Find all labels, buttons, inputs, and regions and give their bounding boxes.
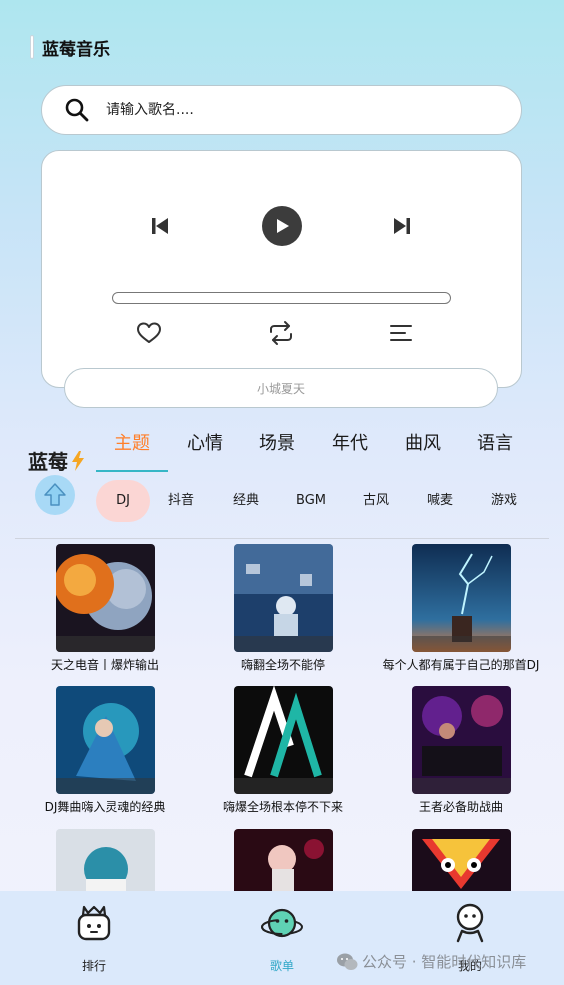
category-tabs: 主题 心情 场景 年代 曲风 语言 xyxy=(96,430,536,472)
search-input[interactable] xyxy=(106,102,486,118)
chip-douyin[interactable]: 抖音 xyxy=(154,480,208,522)
playlist-title: 嗨爆全场根本停不下来 xyxy=(222,800,343,814)
playlist-title: 天之电音丨爆炸输出 xyxy=(50,658,159,672)
nav-label-playlists: 歌单 xyxy=(269,959,294,973)
wechat-icon xyxy=(337,953,358,970)
like-button[interactable] xyxy=(134,319,164,347)
playlist-cover xyxy=(412,829,511,891)
playlist-title: 嗨翻全场不能停 xyxy=(240,658,325,672)
search-bar[interactable] xyxy=(41,85,522,135)
playlist-card[interactable]: 嗨爆全场根本停不下来 xyxy=(193,686,373,826)
chip-game[interactable]: 游戏 xyxy=(477,480,531,522)
subcategory-chips: DJ 抖音 经典 BGM 古风 喊麦 游戏 xyxy=(96,480,556,522)
title-accent-bar xyxy=(30,35,34,59)
active-tab-indicator xyxy=(96,470,168,472)
watermark-text: 公众号 · 智能时代知识库 xyxy=(362,953,527,971)
playlist-cover xyxy=(412,544,511,652)
search-icon[interactable] xyxy=(64,97,90,123)
repeat-icon xyxy=(270,321,292,345)
menu-list-icon xyxy=(390,325,412,341)
chip-dj[interactable]: DJ xyxy=(96,480,150,522)
playlist-cover xyxy=(56,686,155,794)
title-bar: 蓝莓音乐 xyxy=(30,34,110,60)
progress-bar[interactable] xyxy=(112,292,451,304)
arrow-up-icon xyxy=(44,483,66,506)
skip-previous-icon xyxy=(152,218,168,234)
playlist-card[interactable]: 嗨翻全场不能停 xyxy=(193,544,373,684)
tab-scene[interactable]: 场景 xyxy=(241,430,313,472)
scroll-top-button[interactable] xyxy=(35,475,75,515)
lightning-icon xyxy=(72,450,84,471)
current-song-pill[interactable]: 小城夏天 xyxy=(64,368,498,408)
chip-ancient[interactable]: 古风 xyxy=(349,480,403,522)
repeat-button[interactable] xyxy=(266,319,296,347)
heart-icon xyxy=(137,322,161,343)
playlist-grid: 天之电音丨爆炸输出 嗨翻全场不能停 每个人都有属于自己的那首DJ DJ舞曲嗨入灵… xyxy=(0,544,564,891)
playlist-cover xyxy=(234,686,333,794)
playlist-card[interactable]: 每个人都有属于自己的那首DJ xyxy=(371,544,551,684)
skip-next-icon xyxy=(394,218,410,234)
next-button[interactable] xyxy=(387,211,417,241)
playlist-title: DJ舞曲嗨入灵魂的经典 xyxy=(44,800,166,814)
planet-icon xyxy=(261,908,303,938)
playlist-button[interactable] xyxy=(386,319,416,347)
playlist-card[interactable]: 天之电音丨爆炸输出 xyxy=(15,544,195,684)
brand-logo: 蓝莓 xyxy=(28,446,85,475)
play-icon xyxy=(277,219,289,233)
chip-bgm[interactable]: BGM xyxy=(284,480,338,522)
playlist-card[interactable] xyxy=(371,829,551,891)
tab-genre[interactable]: 曲风 xyxy=(387,430,459,472)
tab-language[interactable]: 语言 xyxy=(459,430,531,472)
playlist-title: 王者必备助战曲 xyxy=(418,800,503,814)
playlist-card[interactable]: DJ舞曲嗨入灵魂的经典 xyxy=(15,686,195,826)
player-card xyxy=(41,150,522,388)
tab-mood[interactable]: 心情 xyxy=(169,430,241,472)
playlist-card[interactable] xyxy=(193,829,373,891)
playlist-title: 每个人都有属于自己的那首DJ xyxy=(382,658,540,672)
current-song-title: 小城夏天 xyxy=(256,381,305,396)
playlist-cover xyxy=(234,829,333,891)
playlist-card[interactable]: 王者必备助战曲 xyxy=(371,686,551,826)
robot-icon xyxy=(77,905,111,941)
previous-button[interactable] xyxy=(145,211,175,241)
play-button[interactable] xyxy=(262,206,302,246)
nav-label-ranking: 排行 xyxy=(81,959,106,973)
playlist-card[interactable] xyxy=(15,829,195,891)
playlist-cover xyxy=(56,829,155,891)
tab-theme[interactable]: 主题 xyxy=(96,430,168,472)
section-divider xyxy=(15,538,549,539)
brand-text: 蓝莓 xyxy=(28,450,68,474)
playlist-cover xyxy=(56,544,155,652)
tab-era[interactable]: 年代 xyxy=(314,430,386,472)
watermark: 公众号 · 智能时代知识库 xyxy=(336,951,526,972)
playlist-cover xyxy=(412,686,511,794)
nav-item-ranking[interactable]: 排行 xyxy=(0,891,188,985)
chip-classic[interactable]: 经典 xyxy=(219,480,273,522)
app-title: 蓝莓音乐 xyxy=(42,39,110,60)
playlist-cover xyxy=(234,544,333,652)
person-icon xyxy=(456,903,484,943)
chip-hanmai[interactable]: 喊麦 xyxy=(413,480,467,522)
